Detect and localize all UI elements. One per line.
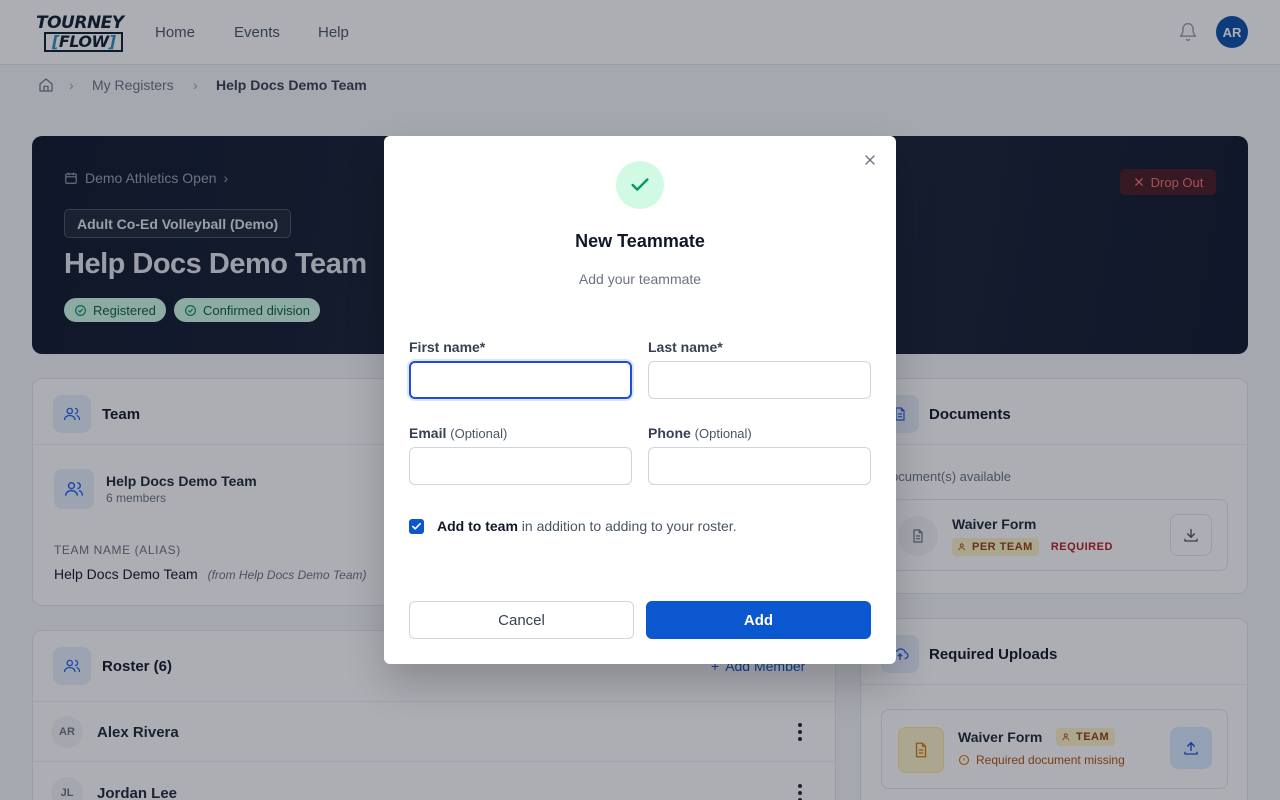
email-field[interactable] xyxy=(409,447,632,485)
add-to-team-label[interactable]: Add to team in addition to adding to you… xyxy=(437,518,737,534)
phone-label: Phone (Optional) xyxy=(648,425,752,441)
cancel-button[interactable]: Cancel xyxy=(409,601,634,639)
phone-field[interactable] xyxy=(648,447,871,485)
success-check-icon xyxy=(616,161,664,209)
last-name-field[interactable] xyxy=(648,361,871,399)
add-button[interactable]: Add xyxy=(646,601,871,639)
first-name-field[interactable] xyxy=(409,361,632,399)
first-name-label: First name* xyxy=(409,339,486,355)
add-to-team-checkbox[interactable] xyxy=(409,519,424,534)
last-name-label: Last name* xyxy=(648,339,723,355)
modal-subtitle: Add your teammate xyxy=(578,271,702,287)
new-teammate-modal: New Teammate Add your teammate First nam… xyxy=(384,136,896,664)
checkmark-icon xyxy=(412,522,421,530)
modal-title: New Teammate xyxy=(575,231,705,251)
email-label: Email (Optional) xyxy=(409,425,508,441)
close-icon[interactable] xyxy=(862,152,878,168)
